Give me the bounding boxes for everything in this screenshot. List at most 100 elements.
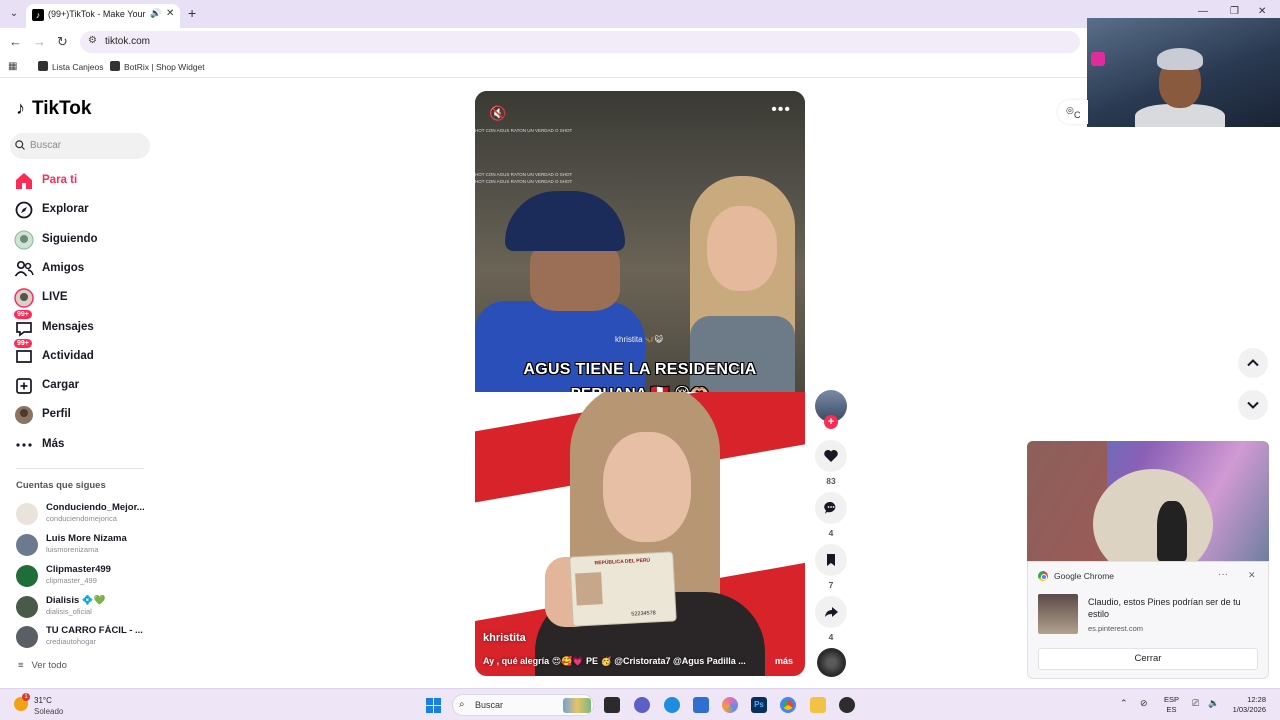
notification-options-icon[interactable]: ··· — [1218, 569, 1228, 580]
nav-label: Para ti — [42, 174, 78, 186]
nav-cargar[interactable]: Cargar — [14, 374, 154, 398]
activity-icon — [16, 350, 32, 363]
following-account[interactable]: TU CARRO FÁCIL - ... crediautohogar — [16, 624, 156, 650]
comment-icon — [824, 501, 836, 514]
account-handle: crediautohogar — [46, 637, 97, 646]
taskbar-search-placeholder: Buscar — [475, 700, 504, 710]
account-name: TU CARRO FÁCIL - ... — [46, 625, 143, 636]
video-small-caption: HOT CON AGUS RATON UN VERDAD O SHOT — [475, 128, 573, 133]
side-panel-label: ◎ C — [1066, 105, 1081, 120]
reload-icon[interactable]: ↻ — [57, 34, 68, 50]
nav-label: Amigos — [42, 262, 85, 274]
notification-message: Claudio, estos Pines podrían ser de tu e… — [1088, 597, 1241, 619]
video-man-cap — [505, 191, 625, 251]
nav-perfil[interactable]: Perfil — [14, 403, 154, 427]
nav-label: Más — [42, 438, 65, 450]
weather-temperature: 31°C — [34, 696, 52, 705]
speaker-icon[interactable]: 🔊 — [150, 8, 161, 19]
tray-chevron-up-icon[interactable]: ⌃ — [1120, 698, 1128, 709]
tab-title: (99+)TikTok - Make Your Day — [48, 9, 148, 19]
upload-icon — [16, 378, 32, 394]
video-player[interactable]: HOT CON AGUS RATON UN VERDAD O SHOT HOT … — [475, 91, 805, 676]
input-language[interactable]: ESP ES — [1164, 695, 1179, 715]
previous-video-button[interactable] — [1238, 348, 1268, 378]
like-button[interactable] — [815, 440, 847, 472]
task-view-icon[interactable] — [604, 697, 620, 713]
site-info-icon[interactable]: ⚙ — [88, 35, 97, 46]
video-watermark: khristita 🦋😺 — [615, 335, 664, 344]
following-account[interactable]: Conduciendo_Mejor... conduciendomejorica — [16, 501, 156, 527]
address-bar[interactable]: ⚙ tiktok.com — [80, 31, 1080, 53]
search-placeholder: Buscar — [30, 140, 62, 151]
bookmark-favicon-icon — [38, 61, 48, 71]
video-author[interactable]: khristita — [483, 632, 526, 644]
side-panel-button[interactable]: ◎ C — [1058, 100, 1088, 124]
forward-arrow-icon[interactable]: → — [33, 34, 46, 49]
bookmark-lista-canjeos[interactable]: Lista Canjeos — [38, 61, 104, 72]
next-video-button[interactable] — [1238, 390, 1268, 420]
nav-live[interactable]: LIVE — [14, 286, 154, 310]
more-icon — [16, 443, 32, 447]
see-all-following[interactable]: ≡ Ver todo — [18, 660, 67, 671]
system-clock[interactable]: 12:28 1/03/2026 — [1226, 695, 1266, 715]
following-account[interactable]: Clipmaster499 clipmaster_499 — [16, 563, 156, 589]
webcam-background-object — [1091, 52, 1105, 66]
list-icon: ≡ — [18, 660, 32, 671]
weather-badge: 1 — [22, 693, 30, 701]
share-count: 4 — [828, 632, 834, 642]
edge-icon[interactable] — [664, 697, 680, 713]
video-options-icon[interactable]: ••• — [771, 101, 791, 119]
chrome-notification[interactable]: Google Chrome ··· ✕ Claudio, estos Pines… — [1027, 561, 1269, 679]
app-taskbar-icon[interactable] — [839, 697, 855, 713]
photoshop-icon[interactable]: Ps — [751, 697, 767, 713]
browser-tab-tiktok[interactable]: ♪ (99+)TikTok - Make Your Day 🔊 ✕ — [26, 4, 180, 28]
back-arrow-icon[interactable]: ← — [9, 34, 22, 49]
nav-mas[interactable]: Más — [14, 433, 154, 457]
share-button[interactable] — [815, 596, 847, 628]
nav-actividad[interactable]: 99+ Actividad — [14, 339, 154, 369]
following-account[interactable]: Dialisis 💠💚 dialisis_oficial — [16, 594, 156, 620]
tray-app-icon[interactable]: ⊘ — [1140, 698, 1148, 709]
avatar — [16, 565, 38, 587]
apps-grid-icon[interactable]: ▦ — [8, 61, 17, 72]
see-more-button[interactable]: más — [775, 656, 793, 666]
search-icon: ⌕ — [459, 699, 465, 710]
restore-icon[interactable]: ❐ — [1230, 6, 1239, 17]
tiktok-favicon-icon: ♪ — [32, 9, 44, 21]
comment-button[interactable] — [815, 492, 847, 524]
volume-icon[interactable]: 🔉 — [1208, 698, 1219, 709]
tab-search-chevron-icon[interactable]: ⌄ — [6, 6, 22, 22]
nav-label: Siguiendo — [42, 233, 98, 245]
account-name: Dialisis 💠💚 — [46, 595, 106, 606]
windows-start-icon[interactable] — [426, 698, 441, 713]
nav-mensajes[interactable]: 99+ Mensajes — [14, 310, 154, 340]
taskbar-search[interactable]: ⌕ Buscar — [452, 694, 594, 716]
new-tab-button[interactable]: + — [188, 5, 196, 21]
tiktok-logo[interactable]: ♪ TikTok — [16, 98, 91, 120]
copilot-icon[interactable] — [722, 697, 738, 713]
network-icon[interactable]: ⎚ — [1192, 698, 1199, 709]
nav-explorar[interactable]: Explorar — [14, 198, 154, 222]
webcam-person-hair — [1157, 48, 1203, 70]
nav-siguiendo[interactable]: Siguiendo — [14, 228, 154, 252]
tab-close-icon[interactable]: ✕ — [166, 8, 174, 19]
file-explorer-icon[interactable] — [810, 697, 826, 713]
mute-icon[interactable]: 🔇 — [489, 105, 506, 122]
nav-para-ti[interactable]: Para ti — [14, 169, 154, 193]
follow-plus-icon[interactable]: + — [824, 415, 838, 429]
nav-amigos[interactable]: Amigos — [14, 257, 154, 281]
music-disc-icon[interactable] — [817, 648, 846, 677]
chrome-taskbar-icon[interactable] — [780, 697, 796, 713]
weather-widget[interactable]: 1 31°C Soleado — [14, 693, 104, 717]
save-button[interactable] — [815, 544, 847, 576]
minimize-icon[interactable]: — — [1198, 6, 1208, 17]
search-input[interactable]: Buscar — [10, 133, 150, 159]
webcam-overlay — [1087, 18, 1280, 127]
window-close-icon[interactable]: ✕ — [1258, 6, 1266, 17]
notification-close-button[interactable]: Cerrar — [1038, 648, 1258, 670]
following-account[interactable]: Luis More Nizama luismorenizama — [16, 532, 156, 558]
notification-close-icon[interactable]: ✕ — [1248, 570, 1256, 581]
store-icon[interactable] — [693, 697, 709, 713]
bookmark-botrix[interactable]: BotRix | Shop Widget — [110, 61, 205, 72]
teams-icon[interactable] — [634, 697, 650, 713]
